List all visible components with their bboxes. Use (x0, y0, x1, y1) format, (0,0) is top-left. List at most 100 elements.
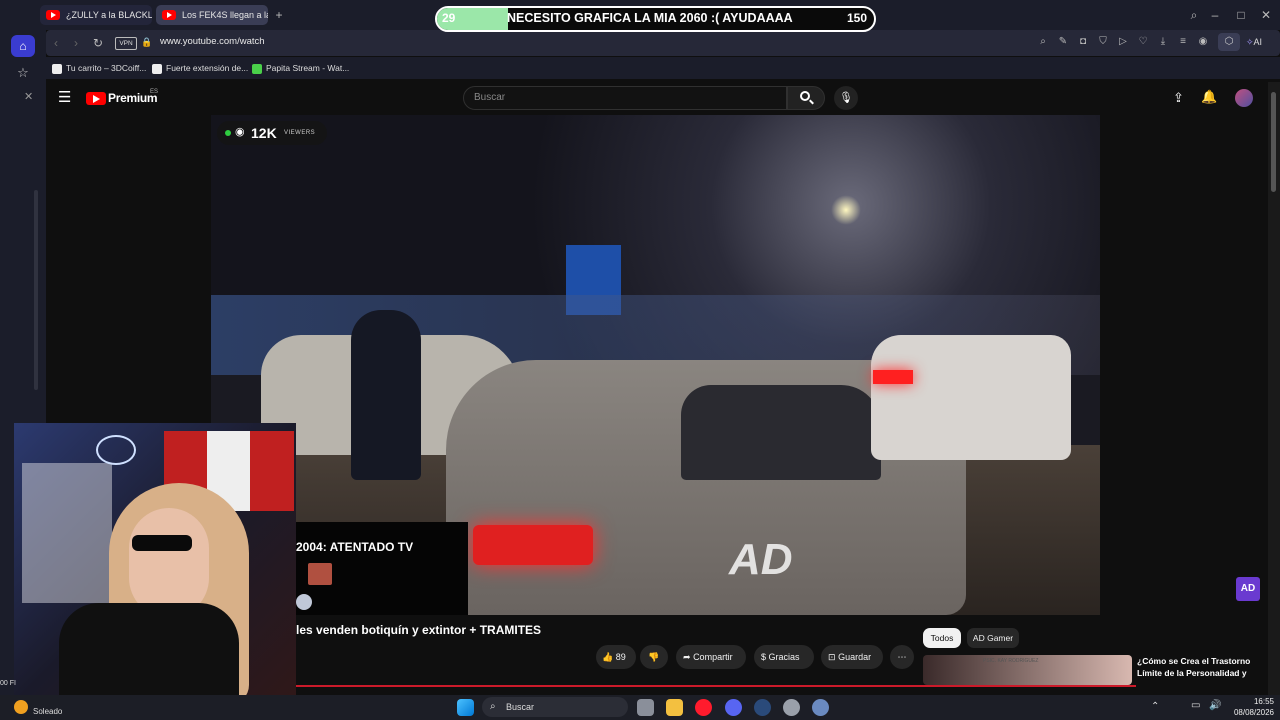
camera-icon[interactable]: ◘ (1075, 34, 1091, 50)
tab-zully[interactable]: ¿ZULLY a la BLACKLIST (40, 5, 152, 25)
tail-light (473, 525, 593, 565)
upload-icon[interactable]: ⇪ (1173, 90, 1184, 106)
search-input[interactable]: Buscar (463, 86, 787, 110)
channel-logo-corner[interactable]: AD (1236, 577, 1260, 601)
task-view-icon[interactable] (637, 699, 654, 716)
back-icon[interactable]: ‹ (48, 35, 64, 51)
forward-icon[interactable]: › (68, 35, 84, 51)
bookmark-favicon-icon (152, 63, 162, 74)
save-label: Guardar (838, 652, 872, 662)
thanks-label: Gracias (768, 652, 800, 662)
thumbs-down-icon: 👎 (648, 652, 660, 662)
tab-label: Los FEK4S llegan a la (182, 10, 268, 20)
reload-icon[interactable]: ↻ (90, 35, 106, 51)
new-tab-button[interactable]: + (271, 7, 287, 23)
tray-chevron-icon[interactable]: ⌃ (1151, 701, 1159, 712)
search-button[interactable] (787, 86, 825, 110)
recommended-title-line1[interactable]: ¿Cómo se Crea el Trastorno (1137, 656, 1250, 666)
opera-taskbar-icon[interactable] (695, 699, 712, 716)
menu-icon[interactable]: ≡ (1175, 34, 1191, 50)
edit-icon[interactable]: ✎ (1055, 34, 1071, 50)
scrollbar-thumb[interactable] (1271, 92, 1276, 192)
bookmark-label: Fuerte extensión de... (166, 63, 249, 73)
shield-icon[interactable]: ⛉ (1095, 34, 1111, 50)
star-icon[interactable]: ☆ (11, 62, 35, 84)
maximize-button[interactable]: □ (1233, 7, 1249, 23)
save-button[interactable]: ⊡ Guardar (821, 645, 883, 669)
search-icon-handle (809, 99, 814, 105)
zoom-icon[interactable]: ⌕ (1035, 34, 1051, 50)
youtube-favicon-icon (46, 10, 60, 20)
side-panel-close-icon[interactable]: ✕ (24, 90, 33, 103)
minimize-button[interactable]: – (1207, 7, 1223, 23)
filter-chip-todos[interactable]: Todos (923, 628, 961, 648)
sidebar-divider (34, 190, 38, 390)
shelf (22, 463, 112, 603)
close-window-button[interactable]: ✕ (1258, 7, 1274, 23)
bookmark-favicon-icon (52, 63, 62, 74)
chat-emote (308, 563, 332, 585)
dislike-button[interactable]: 👎 (640, 645, 668, 669)
page-scrollbar[interactable] (1268, 82, 1280, 695)
poll-text: NECESITO GRAFICA LA MIA 2060 :( AYUDAAAA (507, 11, 793, 25)
volume-icon[interactable]: 🔊 (1209, 700, 1221, 711)
microphone-icon: 🎙 (839, 92, 853, 104)
hamburger-menu-icon[interactable]: ☰ (58, 90, 71, 106)
windows-start-icon[interactable] (457, 699, 474, 716)
ai-button[interactable]: ✧AI (1246, 33, 1276, 51)
download-icon[interactable]: ⤓ (1155, 34, 1171, 50)
steam-icon[interactable] (754, 699, 771, 716)
chat-author: 2004: ATENTADO TV (296, 540, 414, 554)
weather-icon[interactable] (14, 700, 28, 714)
home-icon[interactable]: ⌂ (11, 35, 35, 57)
live-viewers-badge: ◉ 12K VIEWERS (217, 121, 327, 145)
taskbar-search[interactable]: ⌕ Buscar (482, 697, 628, 717)
streamer-webcam (14, 423, 296, 705)
settings-icon[interactable] (812, 699, 829, 716)
vpn-badge[interactable]: VPN (115, 37, 137, 50)
poll-right-count: 150 (847, 11, 868, 25)
profile-icon[interactable]: ◉ (1195, 34, 1211, 50)
bookmark-tu-carrito[interactable]: Tu carrito – 3DCoiff... (52, 60, 146, 76)
url-field[interactable]: www.youtube.com/watch (160, 36, 265, 48)
user-avatar[interactable] (1235, 89, 1253, 107)
mic-button[interactable]: 🎙 (834, 86, 858, 110)
youtube-logo-icon[interactable] (86, 92, 106, 105)
share-icon: ➦ (683, 652, 691, 662)
thumbs-up-icon: 👍 (602, 652, 614, 662)
thumb-text: PSIC. KAY RODRIGUEZ (983, 658, 1039, 664)
share-button[interactable]: ➦ Compartir (676, 645, 746, 669)
thanks-button[interactable]: $ Gracias (754, 645, 814, 669)
like-button[interactable]: 👍 89 (596, 645, 636, 669)
tab-fek4s[interactable]: Los FEK4S llegan a la (156, 5, 268, 25)
recommended-thumbnail[interactable]: PSIC. KAY RODRIGUEZ (923, 655, 1132, 685)
bell-icon[interactable]: 🔔 (1201, 89, 1217, 105)
discord-icon[interactable] (725, 699, 742, 716)
clock-time[interactable]: 16:55 (1236, 697, 1274, 706)
filter-chip-ad-gamer[interactable]: AD Gamer (967, 628, 1019, 648)
extensions-icon[interactable]: ⬡ (1218, 33, 1240, 51)
network-icon[interactable]: ▭ (1191, 700, 1200, 711)
weather-label[interactable]: Soleado (33, 707, 62, 716)
live-dot (225, 130, 231, 136)
clock-date[interactable]: 08/08/2026 (1226, 708, 1274, 717)
taskbar-search-icon: ⌕ (490, 701, 496, 712)
search-tabs-icon[interactable]: ⌕ (1186, 7, 1202, 23)
right-car (871, 335, 1071, 460)
left-edge-text: 00 FI (0, 680, 16, 687)
bookmark-fuerte-extension[interactable]: Fuerte extensión de... (152, 60, 248, 76)
youtube-favicon-icon (162, 10, 176, 20)
file-explorer-icon[interactable] (666, 699, 683, 716)
bookmark-icon: ⊡ (828, 652, 836, 662)
like-count: 89 (615, 652, 626, 662)
play-icon[interactable]: ▷ (1115, 34, 1131, 50)
bookmark-label: Papita Stream - Wat... (266, 63, 350, 73)
bookmark-papita-stream[interactable]: Papita Stream - Wat... (252, 60, 349, 76)
ai-icon: ✧ (1246, 37, 1254, 47)
heart-icon[interactable]: ♡ (1135, 34, 1151, 50)
app-icon[interactable] (783, 699, 800, 716)
streamer-face (129, 508, 209, 618)
more-actions-button[interactable]: ⋯ (890, 645, 914, 669)
neon-planet-icon (96, 435, 136, 465)
recommended-title-line2[interactable]: Límite de la Personalidad y (1137, 668, 1247, 678)
